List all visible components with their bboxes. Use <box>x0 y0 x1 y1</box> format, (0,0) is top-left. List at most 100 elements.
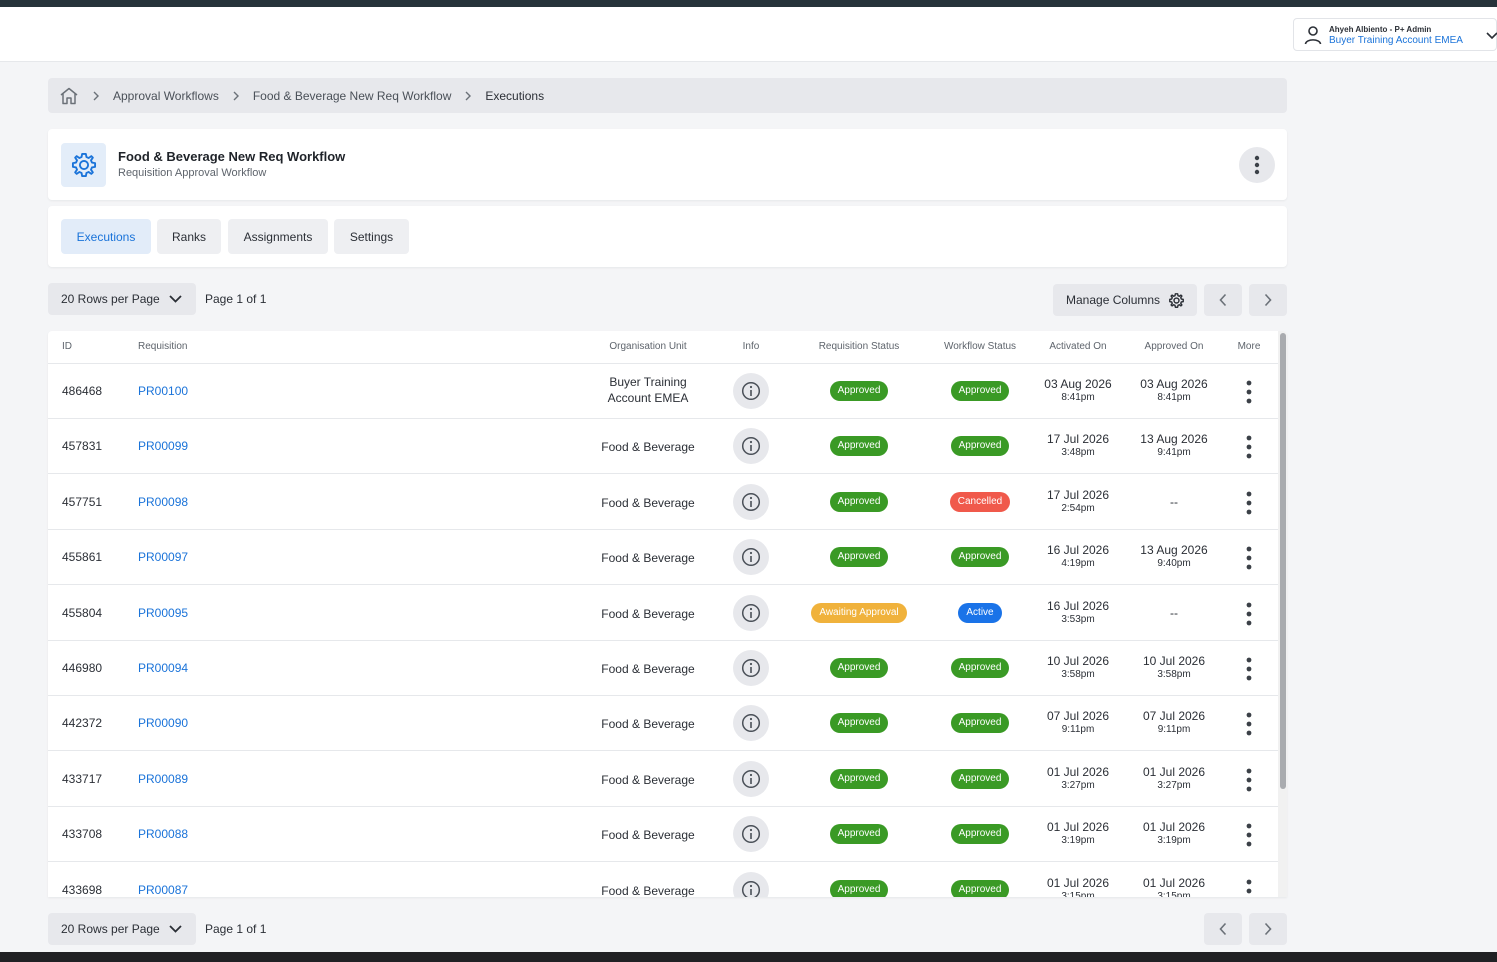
requisition-link[interactable]: PR00095 <box>138 606 188 620</box>
activated-time: 3:48pm <box>1061 447 1095 459</box>
cell-id: 457751 <box>62 494 103 509</box>
scrollbar-thumb[interactable] <box>1280 333 1286 789</box>
chevron-down-icon <box>169 295 182 303</box>
requisition-link[interactable]: PR00100 <box>138 384 188 398</box>
rows-per-page-select[interactable]: 20 Rows per Page <box>48 913 196 945</box>
tab-settings[interactable]: Settings <box>334 219 409 254</box>
requisition-link[interactable]: PR00087 <box>138 883 188 897</box>
cell-id: 433717 <box>62 771 103 786</box>
activated-time: 4:19pm <box>1061 558 1095 570</box>
row-more-button[interactable] <box>1241 544 1257 572</box>
activated-time: 8:41pm <box>1061 392 1095 403</box>
col-requisition[interactable]: Requisition <box>138 341 187 352</box>
prev-page-button-bottom[interactable] <box>1204 913 1242 945</box>
more-vertical-icon <box>1246 602 1252 625</box>
browser-top-strip <box>0 0 1497 7</box>
user-account-menu[interactable]: Ahyeh Albiento - P+ Admin Buyer Training… <box>1293 18 1497 51</box>
table-row[interactable]: 457831 PR00099 Food & Beverage Approved Appr… <box>48 419 1278 475</box>
row-more-button[interactable] <box>1241 600 1257 628</box>
status-badge: Approved <box>829 381 889 401</box>
info-button[interactable] <box>733 760 769 797</box>
status-badge: Approved <box>950 547 1010 568</box>
info-button[interactable] <box>733 594 769 631</box>
activated-date: 01 Jul 2026 <box>1046 764 1110 779</box>
table-row[interactable]: 433698 PR00087 Food & Beverage Approved Appr… <box>48 863 1278 897</box>
manage-columns-button[interactable]: Manage Columns <box>1053 284 1197 316</box>
info-icon <box>741 825 761 844</box>
info-button[interactable] <box>733 373 769 409</box>
row-more-button[interactable] <box>1241 877 1257 897</box>
col-org-unit[interactable]: Organisation Unit <box>588 341 708 352</box>
info-button[interactable] <box>733 428 769 465</box>
table-row[interactable]: 455861 PR00097 Food & Beverage Approved Appr… <box>48 530 1278 586</box>
breadcrumb-workflow[interactable]: Food & Beverage New Req Workflow <box>253 89 452 103</box>
info-button[interactable] <box>733 816 769 853</box>
cell-req-status: Approved <box>799 381 919 401</box>
status-badge: Approved <box>950 713 1010 734</box>
table-row[interactable]: 433717 PR00089 Food & Beverage Approved Appr… <box>48 752 1278 807</box>
tab-assignments[interactable]: Assignments <box>228 219 328 254</box>
row-more-button[interactable] <box>1241 378 1257 406</box>
approved-time: 3:27pm <box>1157 779 1191 791</box>
row-more-button[interactable] <box>1241 821 1257 849</box>
requisition-link[interactable]: PR00090 <box>138 716 188 730</box>
status-badge: Approved <box>829 879 889 897</box>
cell-id: 455804 <box>62 605 103 620</box>
requisition-link[interactable]: PR00088 <box>138 827 188 841</box>
approved-time: 8:41pm <box>1157 392 1191 403</box>
prev-page-button[interactable] <box>1204 284 1242 316</box>
cell-req-status: Approved <box>799 436 919 457</box>
approved-date: 10 Jul 2026 <box>1142 654 1206 668</box>
table-row[interactable]: 433708 PR00088 Food & Beverage Approved Appr… <box>48 807 1278 863</box>
chevron-down-icon[interactable] <box>1486 29 1497 41</box>
col-id[interactable]: ID <box>62 341 72 352</box>
table-row[interactable]: 455804 PR00095 Food & Beverage Awaiting App… <box>48 586 1278 641</box>
approved-time: 3:19pm <box>1157 835 1191 847</box>
cell-id: 433698 <box>62 882 103 897</box>
requisition-link[interactable]: PR00099 <box>138 439 188 453</box>
col-req-status[interactable]: Requisition Status <box>799 341 919 352</box>
tab-executions[interactable]: Executions <box>61 219 151 254</box>
table-row[interactable]: 442372 PR00090 Food & Beverage Approved Appr… <box>48 696 1278 752</box>
table-row[interactable]: 457751 PR00098 Food & Beverage Approved Canc… <box>48 475 1278 530</box>
col-wf-status[interactable]: Workflow Status <box>920 341 1040 352</box>
tab-ranks[interactable]: Ranks <box>157 219 221 254</box>
info-button[interactable] <box>733 705 769 742</box>
approved-date: 01 Jul 2026 <box>1142 764 1206 779</box>
col-activated-on[interactable]: Activated On <box>1033 341 1123 352</box>
cell-wf-status: Approved <box>920 824 1040 845</box>
cell-org-unit: Food & Beverage <box>601 495 695 510</box>
gear-icon <box>1169 292 1184 308</box>
cell-approved-on: 01 Jul 2026 3:27pm <box>1129 765 1219 792</box>
row-more-button[interactable] <box>1241 655 1257 683</box>
col-approved-on[interactable]: Approved On <box>1129 341 1219 352</box>
table-row[interactable]: 446980 PR00094 Food & Beverage Approved Appr… <box>48 641 1278 696</box>
requisition-link[interactable]: PR00094 <box>138 661 188 675</box>
row-more-button[interactable] <box>1241 433 1257 461</box>
activated-date: 03 Aug 2026 <box>1044 377 1112 391</box>
chevron-down-icon <box>169 925 182 933</box>
approved-date: 01 Jul 2026 <box>1142 875 1206 890</box>
activated-time: 3:53pm <box>1061 613 1095 625</box>
requisition-link[interactable]: PR00098 <box>138 495 188 509</box>
cell-org-unit: Food & Beverage <box>601 551 695 566</box>
table-row[interactable]: 486468 PR00100 Buyer Training Account EMEA… <box>48 364 1278 419</box>
cell-id: 446980 <box>62 661 103 675</box>
info-button[interactable] <box>733 650 769 686</box>
home-icon[interactable] <box>59 87 79 105</box>
next-page-button-bottom[interactable] <box>1249 913 1287 945</box>
header-more-button[interactable] <box>1239 147 1275 183</box>
info-button[interactable] <box>733 871 769 897</box>
tabs-card: Executions Ranks Assignments Settings <box>48 206 1287 267</box>
next-page-button[interactable] <box>1249 284 1287 316</box>
rows-per-page-select[interactable]: 20 Rows per Page <box>48 283 196 315</box>
requisition-link[interactable]: PR00089 <box>138 772 188 786</box>
requisition-link[interactable]: PR00097 <box>138 550 188 564</box>
info-button[interactable] <box>733 539 769 576</box>
info-button[interactable] <box>733 483 769 520</box>
row-more-button[interactable] <box>1241 766 1257 794</box>
row-more-button[interactable] <box>1241 489 1257 517</box>
row-more-button[interactable] <box>1241 710 1257 738</box>
breadcrumb-approval-workflows[interactable]: Approval Workflows <box>113 89 219 103</box>
chevron-left-icon <box>1219 922 1227 936</box>
